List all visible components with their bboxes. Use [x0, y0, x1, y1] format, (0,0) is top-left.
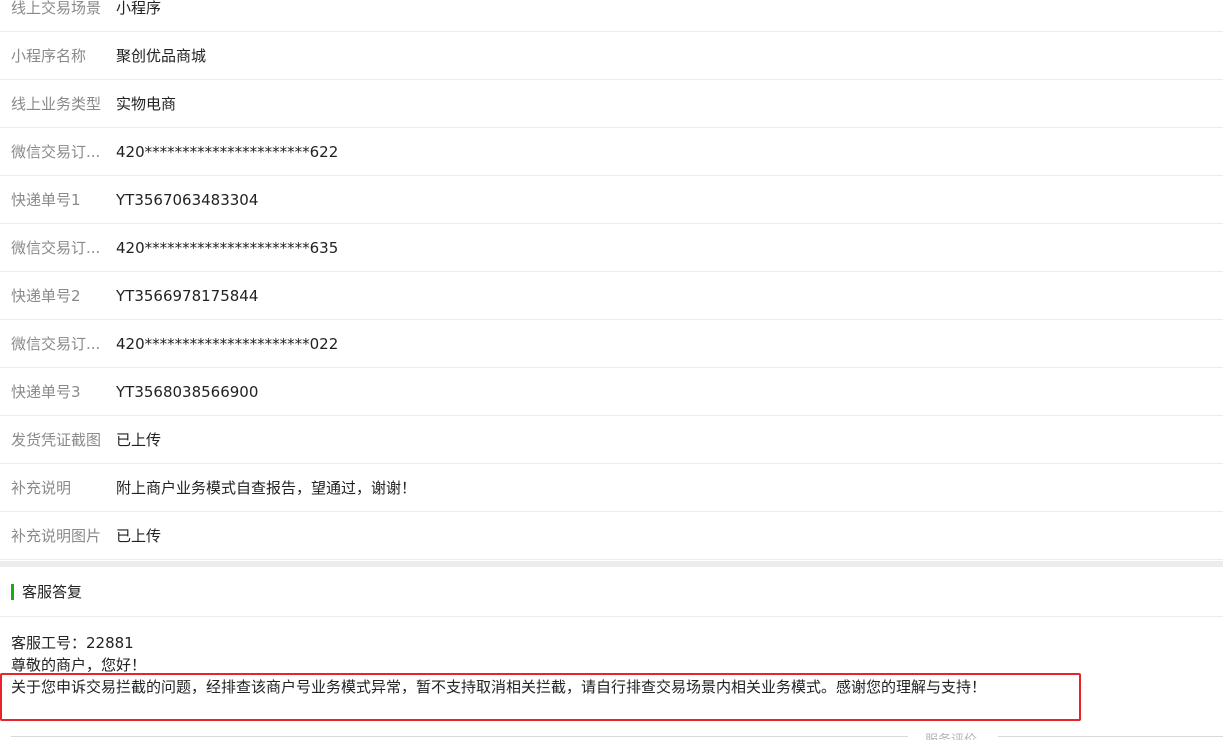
detail-value: 420**********************635 [116, 238, 339, 257]
service-rating-label: 服务评价 [925, 729, 977, 740]
detail-row-wechat-order-3: 微信交易订... 420**********************022 [0, 320, 1223, 368]
detail-label: 补充说明 [11, 479, 72, 497]
detail-row-supplement-image: 补充说明图片 已上传 [0, 512, 1223, 560]
detail-value: YT3568038566900 [116, 382, 259, 401]
highlight-annotation-box [0, 673, 1081, 721]
reply-section-header: 客服答复 [0, 567, 1223, 617]
detail-row-tracking-3: 快递单号3 YT3568038566900 [0, 368, 1223, 416]
detail-label: 补充说明图片 [11, 527, 102, 545]
detail-value: 聚创优品商城 [116, 47, 207, 65]
reply-section-title: 客服答复 [22, 583, 83, 601]
detail-value: 小程序 [116, 0, 162, 17]
detail-row-tracking-1: 快递单号1 YT3567063483304 [0, 176, 1223, 224]
detail-label: 快递单号1 [11, 191, 81, 209]
detail-value: 420**********************022 [116, 334, 339, 353]
detail-value: 420**********************622 [116, 142, 339, 161]
detail-row-scene: 线上交易场景 小程序 [0, 0, 1223, 32]
detail-value: YT3567063483304 [116, 190, 259, 209]
detail-value: 实物电商 [116, 95, 177, 113]
detail-row-tracking-2: 快递单号2 YT3566978175844 [0, 272, 1223, 320]
detail-label: 线上交易场景 [11, 0, 102, 17]
detail-label: 小程序名称 [11, 47, 87, 65]
detail-label: 发货凭证截图 [11, 431, 102, 449]
detail-row-supplement: 补充说明 附上商户业务模式自查报告，望通过，谢谢！ [0, 464, 1223, 512]
rating-divider-left [11, 736, 908, 737]
detail-row-business-type: 线上业务类型 实物电商 [0, 80, 1223, 128]
detail-value[interactable]: 已上传 [116, 429, 161, 450]
detail-row-shipping-proof: 发货凭证截图 已上传 [0, 416, 1223, 464]
rating-divider-right [998, 736, 1223, 737]
detail-row-wechat-order-2: 微信交易订... 420**********************635 [0, 224, 1223, 272]
detail-label: 快递单号3 [11, 383, 81, 401]
detail-value: 附上商户业务模式自查报告，望通过，谢谢！ [116, 479, 417, 497]
complaint-detail-page: 线上交易场景 小程序 小程序名称 聚创优品商城 线上业务类型 实物电商 微信交易… [0, 0, 1223, 740]
detail-value[interactable]: 已上传 [116, 525, 161, 546]
detail-label: 微信交易订... [11, 335, 101, 353]
detail-value: YT3566978175844 [116, 286, 259, 305]
detail-label: 线上业务类型 [11, 95, 102, 113]
detail-row-miniprogram-name: 小程序名称 聚创优品商城 [0, 32, 1223, 80]
section-accent-bar [11, 583, 14, 600]
detail-label: 快递单号2 [11, 287, 81, 305]
detail-label: 微信交易订... [11, 239, 101, 257]
complaint-details-table: 线上交易场景 小程序 小程序名称 聚创优品商城 线上业务类型 实物电商 微信交易… [0, 0, 1223, 560]
detail-row-wechat-order-1: 微信交易订... 420**********************622 [0, 128, 1223, 176]
detail-label: 微信交易订... [11, 143, 101, 161]
agent-id-line: 客服工号：22881 [11, 634, 134, 652]
